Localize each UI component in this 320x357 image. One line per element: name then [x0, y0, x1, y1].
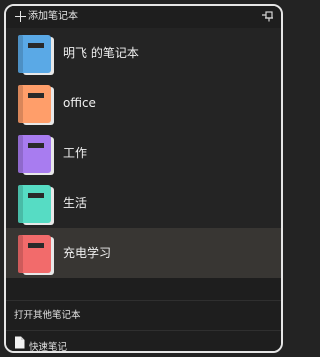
notebook-icon	[18, 35, 54, 75]
notebook-item[interactable]: 明飞 的笔记本	[6, 28, 281, 78]
popup-header: 添加笔记本	[6, 6, 281, 28]
notebook-label: office	[63, 96, 96, 110]
open-other-notebooks-button[interactable]: 打开其他笔记本	[6, 300, 281, 331]
document-icon	[15, 336, 25, 349]
quick-note-button[interactable]: 快速笔记	[6, 330, 281, 353]
notebook-icon	[18, 135, 54, 175]
notebook-icon	[18, 235, 54, 275]
notebook-label: 工作	[63, 146, 88, 160]
notebook-item[interactable]: 充电学习	[6, 228, 281, 278]
notebook-label: 充电学习	[63, 246, 112, 260]
notebook-label: 生活	[63, 196, 88, 210]
plus-icon[interactable]	[15, 11, 26, 22]
notebook-popup: 添加笔记本 明飞 的笔记本 office 工作 生活 充电学习 打开其他笔记本 …	[4, 4, 283, 353]
pin-icon[interactable]	[261, 10, 275, 22]
notebook-icon	[18, 185, 54, 225]
open-other-notebooks-label: 打开其他笔记本	[14, 310, 81, 321]
notebook-item[interactable]: 工作	[6, 128, 281, 178]
notebook-list: 明飞 的笔记本 office 工作 生活 充电学习	[6, 28, 281, 278]
quick-note-label: 快速笔记	[29, 342, 68, 353]
notebook-item[interactable]: 生活	[6, 178, 281, 228]
notebook-label: 明飞 的笔记本	[63, 46, 139, 60]
notebook-item[interactable]: office	[6, 78, 281, 128]
notebook-icon	[18, 85, 54, 125]
add-notebook-button[interactable]: 添加笔记本	[28, 10, 78, 23]
